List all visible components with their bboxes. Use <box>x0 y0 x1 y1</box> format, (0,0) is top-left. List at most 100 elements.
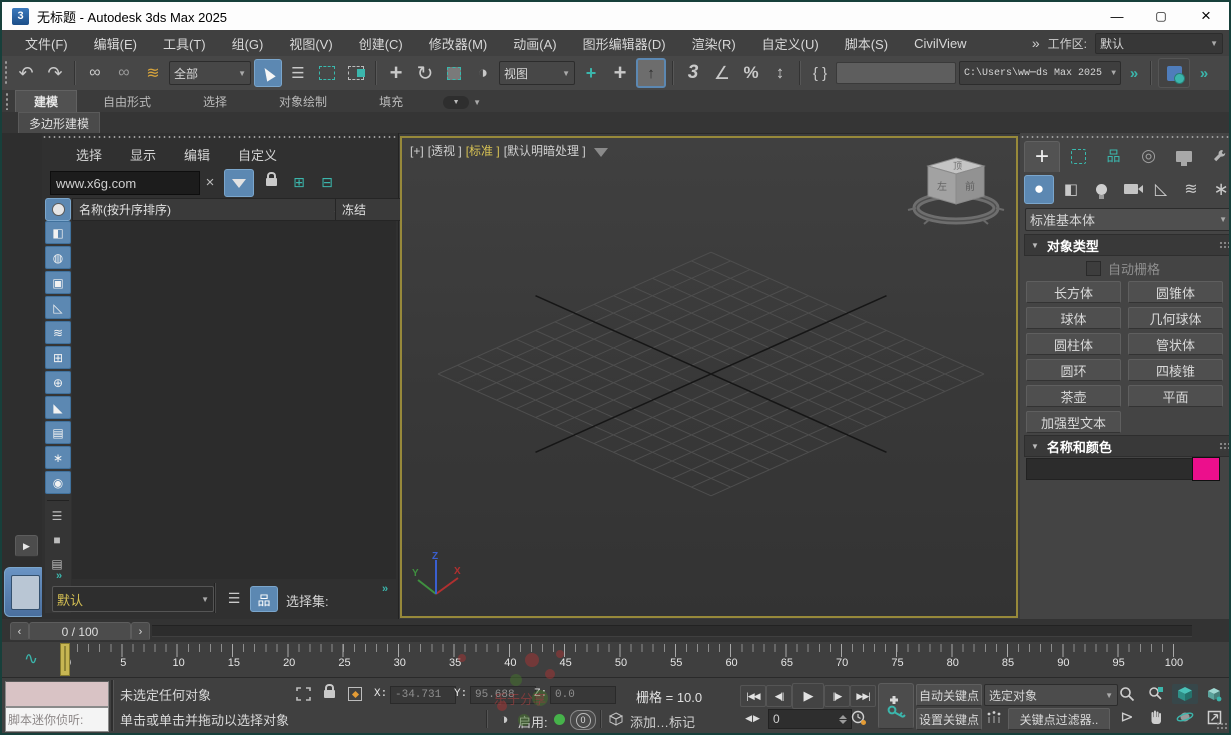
tab-modify[interactable] <box>1062 142 1095 170</box>
time-slider-track[interactable] <box>152 625 1192 637</box>
toolbar-drag-handle[interactable] <box>4 60 8 86</box>
primitive-button[interactable]: 几何球体 <box>1128 307 1223 329</box>
close-button[interactable]: × <box>1183 2 1229 30</box>
display-cameras-toggle[interactable]: ▣ <box>45 271 71 294</box>
container-dock-button[interactable] <box>4 567 46 617</box>
absolute-offset-toggle[interactable] <box>344 685 366 703</box>
collapse-tree-button[interactable]: ⊟ <box>316 171 338 193</box>
named-selection-sets-field[interactable] <box>836 62 956 84</box>
zoom-extents-all-button[interactable] <box>1201 684 1227 704</box>
viewport-menu-shading[interactable]: [默认明暗处理 ] <box>504 142 586 159</box>
select-and-move-button[interactable]: + <box>383 60 409 86</box>
select-link-button[interactable]: ∞ <box>82 60 108 86</box>
go-to-start-button[interactable]: |◀◀ <box>740 685 766 707</box>
ribbon-subtab-polymodeling[interactable]: 多边形建模 <box>18 111 101 134</box>
menu-item[interactable]: 修改器(M) <box>416 31 501 56</box>
display-bones-toggle[interactable]: ◣ <box>45 396 71 419</box>
expand-tree-button[interactable]: ⊞ <box>288 171 310 193</box>
hierarchy-mode-button[interactable]: 品 <box>250 586 278 612</box>
display-spacewarps-toggle[interactable]: ≋ <box>45 321 71 344</box>
category-cameras-button[interactable] <box>1118 176 1144 203</box>
display-geometry-toggle[interactable]: ◧ <box>45 221 71 244</box>
ribbon-tab-freeform[interactable]: 自由形式 <box>77 91 177 112</box>
primitive-button[interactable]: 圆锥体 <box>1128 281 1223 303</box>
previous-key-button[interactable]: ◀|| <box>766 685 792 707</box>
menu-item[interactable]: 动画(A) <box>500 31 569 56</box>
set-key-toggle[interactable]: 设置关键点 <box>916 708 982 730</box>
cube-marker-icon[interactable] <box>606 709 626 729</box>
menu-item[interactable]: 自定义(U) <box>749 31 832 56</box>
rectangular-selection-region-button[interactable] <box>314 60 340 86</box>
rollout-object-type[interactable]: ▼ 对象类型 <box>1024 234 1229 256</box>
select-object-button[interactable] <box>254 59 282 87</box>
workspace-dropdown[interactable]: 默认 ▼ <box>1095 32 1223 54</box>
object-name-input[interactable] <box>1026 458 1196 480</box>
layer-dropdown[interactable]: 默认 ▼ <box>52 586 214 612</box>
display-all-toggle[interactable] <box>45 198 71 221</box>
ribbon-collapse-button[interactable]: ▼ <box>443 96 470 109</box>
menu-item[interactable]: 工具(T) <box>150 31 219 56</box>
menu-item[interactable]: 编辑(E) <box>81 31 150 56</box>
column-header-name[interactable]: 名称(按升序排序) ▲ <box>72 198 348 221</box>
go-to-end-button[interactable]: ▶▶| <box>850 685 876 707</box>
display-helpers-toggle[interactable]: ◺ <box>45 296 71 319</box>
display-xrefs-toggle[interactable]: ⊕ <box>45 371 71 394</box>
viewport-menu-standard[interactable]: [标准 ] <box>466 142 500 159</box>
object-color-swatch[interactable] <box>1192 457 1220 481</box>
primitive-button[interactable]: 平面 <box>1128 385 1223 407</box>
layer-manager-button[interactable]: ☰ <box>222 586 246 610</box>
display-plugins-toggle[interactable]: ∗ <box>45 446 71 469</box>
menu-item[interactable]: 视图(V) <box>276 31 345 56</box>
primitive-button[interactable]: 茶壶 <box>1026 385 1121 407</box>
command-panel-drag-handle[interactable] <box>1020 135 1229 139</box>
macro-recorder-field[interactable] <box>5 681 109 707</box>
script-count-badge[interactable]: 0 <box>570 710 596 730</box>
zoom-extents-button[interactable] <box>1172 684 1198 704</box>
ribbon-tab-modeling[interactable]: 建模 <box>15 90 78 112</box>
bind-spacewarp-button[interactable]: ≋ <box>140 60 166 86</box>
category-shapes-button[interactable]: ◧ <box>1058 176 1084 203</box>
explorer-menu-item[interactable]: 自定义 <box>224 143 291 165</box>
viewport-menu-pov[interactable]: [透视 ] <box>428 142 462 159</box>
rollout-name-color[interactable]: ▼ 名称和颜色 <box>1024 435 1229 457</box>
menu-item[interactable]: CivilView <box>901 31 980 56</box>
time-tag-icon[interactable]: ◑ <box>494 709 514 729</box>
viewport-filter-icon[interactable] <box>593 147 608 157</box>
ribbon-tab-selection[interactable]: 选择 <box>177 91 253 112</box>
menu-item[interactable]: 创建(C) <box>346 31 416 56</box>
tab-create[interactable]: + <box>1024 140 1060 172</box>
current-frame-field[interactable]: 0 <box>768 709 852 729</box>
category-spacewarps-button[interactable]: ≋ <box>1178 176 1204 203</box>
category-helpers-button[interactable]: ◺ <box>1148 176 1174 203</box>
key-mode-dropdown[interactable]: 选定对象 ▼ <box>984 684 1118 706</box>
toolbar-overflow-icon[interactable]: » <box>1193 65 1215 82</box>
selection-lock-toggle[interactable] <box>318 684 340 703</box>
explorer-menu-item[interactable]: 显示 <box>116 143 170 165</box>
zoom-button[interactable] <box>1114 684 1140 704</box>
primitive-category-dropdown[interactable]: 标准基本体 ▼ <box>1025 208 1229 231</box>
display-lights-toggle[interactable]: ◍ <box>45 246 71 269</box>
menu-item[interactable]: 渲染(R) <box>679 31 749 56</box>
mini-curve-editor-button[interactable]: ∿ <box>18 647 44 671</box>
filter-button[interactable] <box>224 169 254 197</box>
explorer-search-input[interactable]: www.x6g.com <box>50 171 200 195</box>
explorer-menu-item[interactable]: 选择 <box>62 143 116 165</box>
keyable-icon-button[interactable] <box>984 708 1004 728</box>
primitive-button[interactable]: 加强型文本 <box>1026 411 1121 433</box>
selection-filter-dropdown[interactable]: 全部 ▼ <box>169 61 251 85</box>
percent-snap-toggle[interactable]: % <box>738 60 764 86</box>
coord-z-field[interactable]: 0.0 <box>550 686 616 704</box>
display-containers-toggle[interactable]: ▤ <box>45 421 71 444</box>
coord-x-field[interactable]: -34.731 <box>390 686 456 704</box>
time-slider-playhead[interactable] <box>60 643 70 676</box>
select-and-manipulate-button[interactable]: + <box>607 60 633 86</box>
tab-hierarchy[interactable]: 品 <box>1097 142 1130 170</box>
menubar-overflow-icon[interactable]: » <box>1032 35 1040 51</box>
coord-y-field[interactable]: 95.688 <box>470 686 536 704</box>
display-hidden-toggle[interactable]: ◉ <box>45 471 71 494</box>
lock-explorer-button[interactable] <box>260 171 282 193</box>
select-by-name-button[interactable]: ☰ <box>285 60 311 86</box>
project-folder-dropdown[interactable]: C:\Users\ww⋯ds Max 2025 ▼ <box>959 61 1121 85</box>
perspective-viewport[interactable]: [+] [透视 ] [标准 ] [默认明暗处理 ] 顶 左 前 X Y Z <box>400 136 1018 618</box>
menu-item[interactable]: 图形编辑器(D) <box>570 31 679 56</box>
